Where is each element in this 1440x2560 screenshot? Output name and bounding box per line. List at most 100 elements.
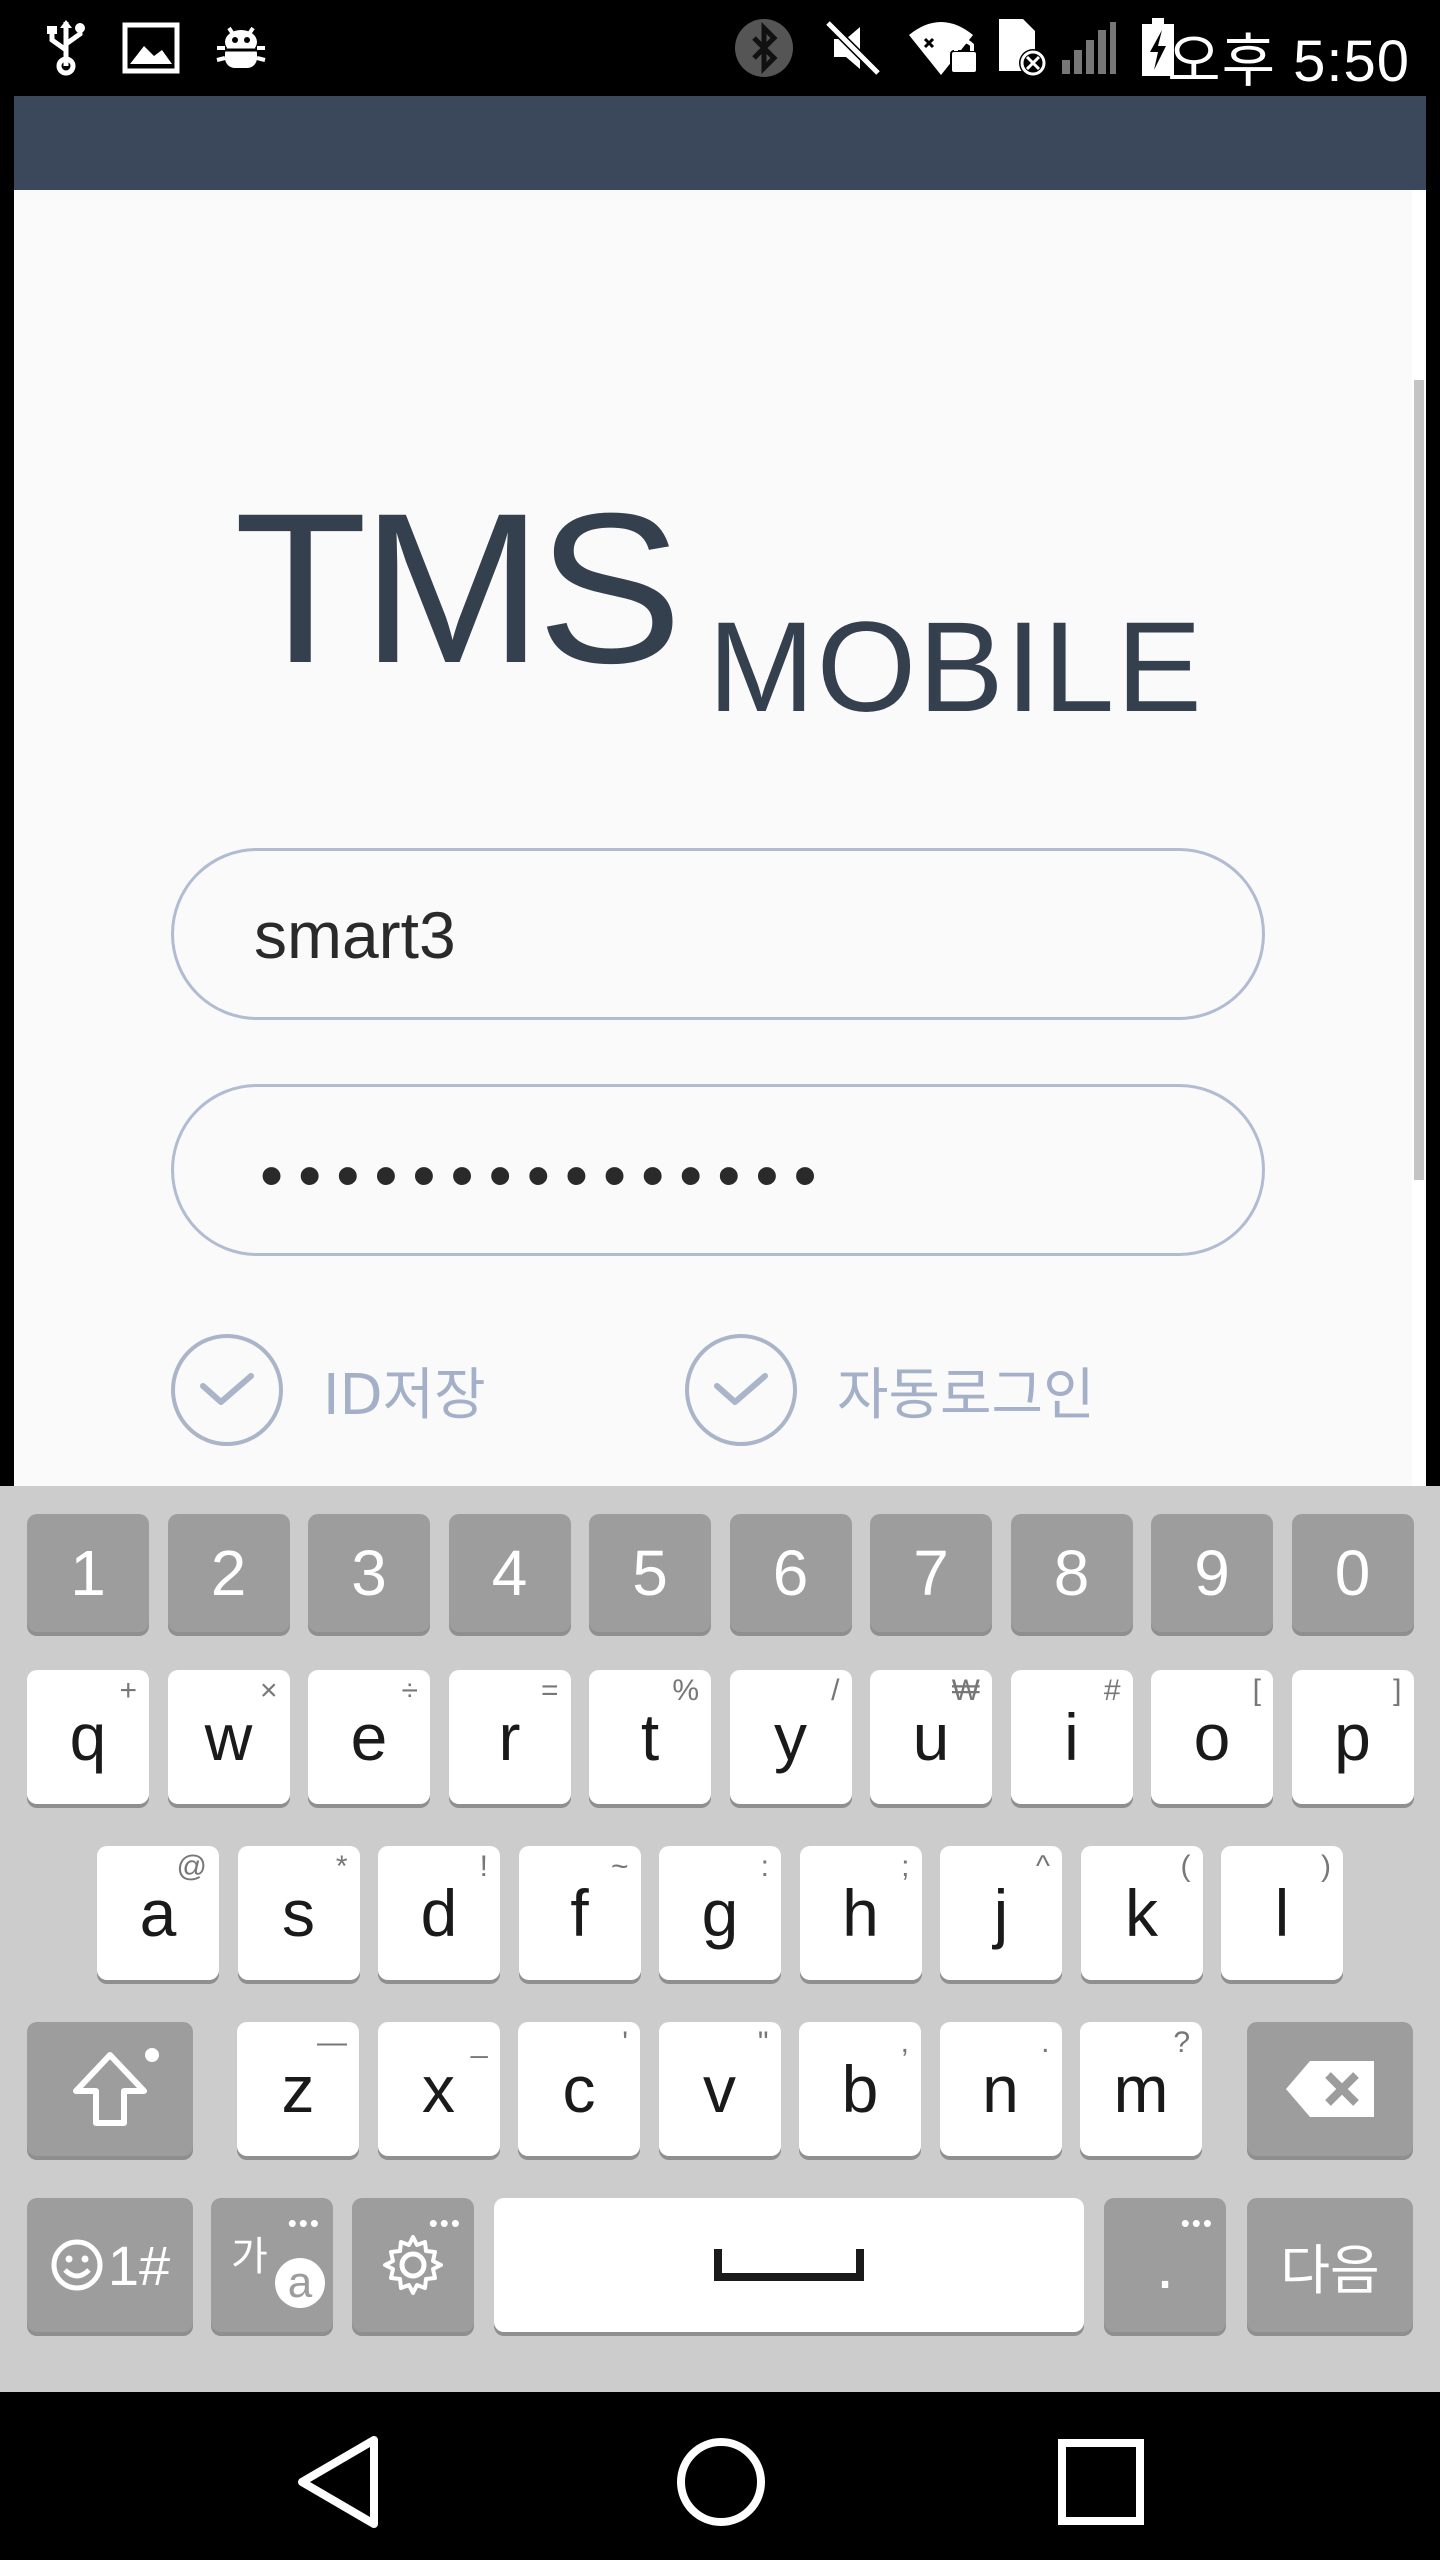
password-field[interactable]: ••••••••••••••• — [171, 1084, 1265, 1256]
key-label: a — [139, 1876, 177, 1950]
key-1[interactable]: 1 — [27, 1514, 149, 1632]
save-id-check-circle[interactable] — [171, 1334, 283, 1446]
key-label: k — [1125, 1876, 1158, 1950]
key-3[interactable]: 3 — [308, 1514, 430, 1632]
key-h[interactable]: h; — [799, 1846, 922, 1980]
key-label: x — [422, 2052, 455, 2126]
key-o[interactable]: o[ — [1151, 1670, 1273, 1804]
key-z[interactable]: z — — [237, 2022, 359, 2156]
id-input[interactable] — [252, 851, 1156, 1019]
save-id-checkbox[interactable]: ID저장 — [171, 1334, 486, 1446]
key-8[interactable]: 8 — [1010, 1514, 1133, 1632]
key-label: g — [701, 1876, 739, 1950]
key-a[interactable]: a @ — [97, 1846, 219, 1980]
settings-key[interactable]: ••• — [352, 2198, 474, 2332]
key-u[interactable]: u ₩ — [870, 1670, 992, 1804]
key-q[interactable]: q + — [27, 1670, 149, 1804]
key-j[interactable]: j ^ — [940, 1846, 1062, 1980]
keyboard: 1 2 3 4 5 6 7 8 9 0 q + w × e ÷ r = t% y / u ₩ i # o[p] a @ s * d! f ~ g:… — [0, 1486, 1440, 2392]
backspace-key[interactable] — [1247, 2022, 1413, 2156]
key-label: 1 — [70, 1537, 106, 1609]
key-label: u — [912, 1700, 950, 1774]
key-sub-label: " — [757, 2026, 769, 2059]
app-logo: TMS MOBILE — [234, 466, 1234, 766]
id-field[interactable] — [171, 848, 1265, 1020]
space-icon — [714, 2249, 864, 2281]
key-sub-label: . — [1041, 2026, 1050, 2059]
key-l[interactable]: l) — [1221, 1846, 1343, 1980]
key-sub-label: _ — [470, 2026, 488, 2059]
key-e[interactable]: e ÷ — [308, 1670, 430, 1804]
key-4[interactable]: 4 — [448, 1514, 571, 1632]
app-window: TMS MOBILE ••••••••••••••• ID저장 자동로그인 — [14, 96, 1426, 1486]
key-sub-label: * — [335, 1850, 348, 1883]
key-n[interactable]: n. — [939, 2022, 1062, 2156]
image-icon — [120, 20, 182, 76]
space-key[interactable] — [494, 2198, 1084, 2332]
key-y[interactable]: y / — [729, 1670, 852, 1804]
key-0[interactable]: 0 — [1291, 1514, 1414, 1632]
key-c[interactable]: c ' — [518, 2022, 640, 2156]
gear-icon — [383, 2235, 443, 2295]
key-sub-label: ~ — [610, 1850, 629, 1883]
home-button[interactable] — [666, 2432, 776, 2532]
recents-button[interactable] — [1046, 2432, 1156, 2532]
key-f[interactable]: f ~ — [518, 1846, 641, 1980]
key-x[interactable]: x _ — [377, 2022, 500, 2156]
key-k[interactable]: k( — [1080, 1846, 1203, 1980]
checkmark-icon — [714, 1373, 768, 1405]
key-label: t — [640, 1700, 660, 1774]
language-key[interactable]: ••• 가 a — [211, 2198, 333, 2332]
scrollbar-thumb[interactable] — [1414, 380, 1424, 1180]
key-i[interactable]: i # — [1010, 1670, 1133, 1804]
key-m[interactable]: m? — [1080, 2022, 1202, 2156]
key-7[interactable]: 7 — [870, 1514, 992, 1632]
key-label: w — [204, 1700, 253, 1774]
shift-key[interactable] — [27, 2022, 193, 2156]
key-label: h — [842, 1876, 879, 1950]
key-sub-label: + — [119, 1674, 137, 1707]
scrollbar[interactable] — [1412, 190, 1426, 1486]
auto-login-label: 자동로그인 — [837, 1362, 1095, 1428]
key-9[interactable]: 9 — [1151, 1514, 1273, 1632]
key-sub-label: ] — [1393, 1674, 1402, 1707]
key-sub-label: ; — [901, 1850, 910, 1883]
auto-login-check-circle[interactable] — [685, 1334, 797, 1446]
lang-label-english: a — [275, 2258, 325, 2308]
key-sub-label: ^ — [1035, 1850, 1050, 1883]
password-masked-value[interactable]: ••••••••••••••• — [260, 1137, 832, 1213]
key-sub-label: # — [1103, 1674, 1121, 1707]
key-label: c — [562, 2052, 596, 2126]
usb-icon — [38, 20, 94, 76]
recents-icon — [1058, 2439, 1144, 2525]
key-v[interactable]: v " — [658, 2022, 781, 2156]
next-key[interactable]: 다음 — [1247, 2198, 1413, 2332]
key-sub-label: = — [540, 1674, 559, 1707]
back-button[interactable] — [284, 2432, 394, 2532]
more-dots: ••• — [287, 2208, 321, 2238]
key-label: e — [350, 1700, 388, 1774]
key-p[interactable]: p] — [1291, 1670, 1414, 1804]
key-2[interactable]: 2 — [167, 1514, 290, 1632]
key-label: 6 — [772, 1537, 809, 1609]
period-key[interactable]: •••. — [1104, 2198, 1226, 2332]
key-label: 3 — [351, 1537, 387, 1609]
key-d[interactable]: d! — [378, 1846, 500, 1980]
key-sub-label: ! — [479, 1850, 488, 1883]
auto-login-checkbox[interactable]: 자동로그인 — [685, 1334, 1095, 1446]
key-r[interactable]: r = — [448, 1670, 571, 1804]
key-5[interactable]: 5 — [589, 1514, 711, 1632]
save-id-label: ID저장 — [323, 1362, 486, 1428]
back-icon — [298, 2436, 378, 2528]
key-label: s — [282, 1876, 315, 1950]
symbols-key[interactable]: 1# — [27, 2198, 193, 2332]
key-b[interactable]: b, — [799, 2022, 921, 2156]
key-6[interactable]: 6 — [729, 1514, 852, 1632]
more-dots: ••• — [1180, 2208, 1214, 2238]
key-g[interactable]: g: — [659, 1846, 781, 1980]
key-sub-label: ₩ — [951, 1674, 980, 1707]
key-s[interactable]: s * — [237, 1846, 360, 1980]
backspace-icon — [1286, 2061, 1374, 2117]
key-w[interactable]: w × — [167, 1670, 290, 1804]
key-t[interactable]: t% — [589, 1670, 711, 1804]
